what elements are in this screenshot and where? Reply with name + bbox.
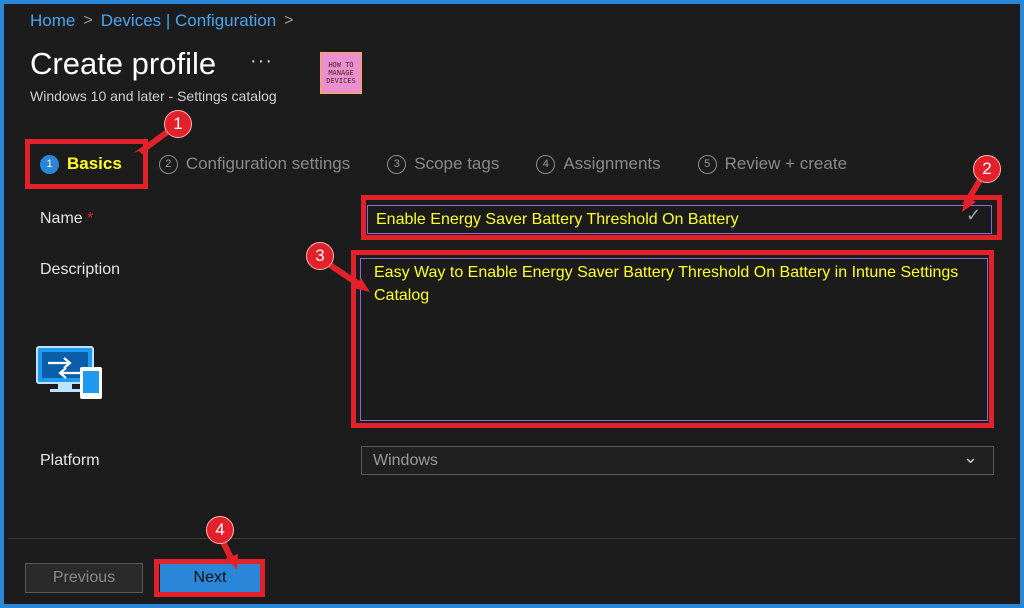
annotation-badge-2: 2 — [973, 155, 1001, 183]
arrow-1-line — [138, 127, 172, 155]
annotation-badge-3: 3 — [306, 242, 334, 270]
arrow-2 — [962, 196, 976, 212]
arrow-3-line — [328, 262, 362, 288]
annotation-badge-1: 1 — [164, 110, 192, 138]
annotation-badge-4: 4 — [206, 516, 234, 544]
annotation-arrows — [133, 127, 983, 570]
